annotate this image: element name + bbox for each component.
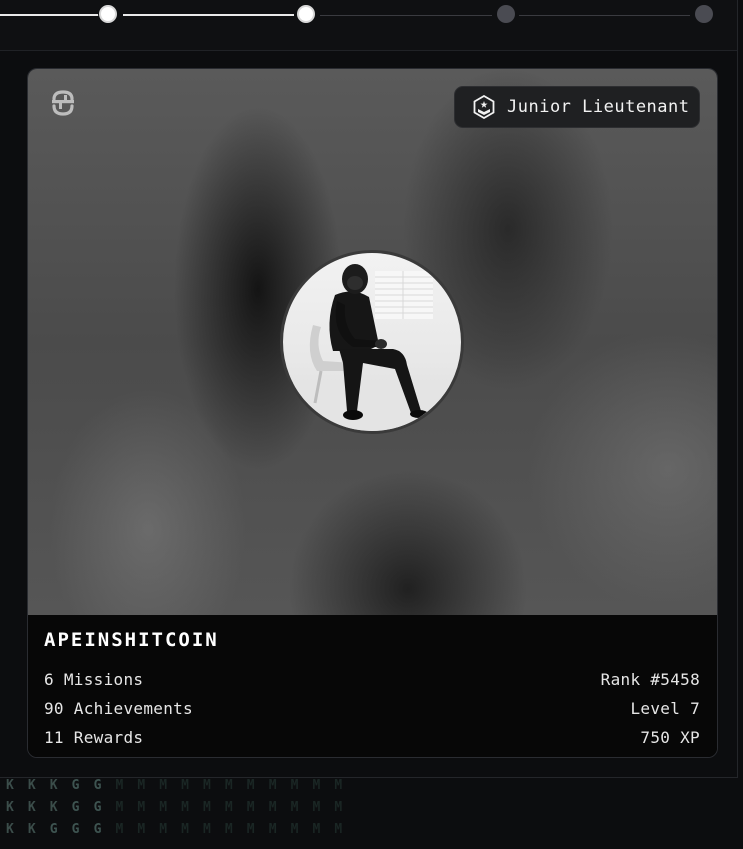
ticker-letter: M xyxy=(290,778,299,793)
ticker-row: KKKGGMMMMMMMMMMM xyxy=(6,800,356,815)
card-hero-background: Junior Lieutenant xyxy=(28,69,717,615)
level: Level 7 xyxy=(630,699,700,718)
ticker-letter: K xyxy=(27,800,36,815)
ticker-letter: K xyxy=(27,778,36,793)
ticker-letter: G xyxy=(71,778,80,793)
ticker-letter: M xyxy=(159,800,168,815)
profile-avatar[interactable] xyxy=(280,250,464,434)
ticker-letter: M xyxy=(115,800,124,815)
ticker-letter: M xyxy=(268,800,277,815)
ticker-letter: M xyxy=(203,822,211,837)
rank-insignia-icon xyxy=(473,95,495,119)
brand-logo-icon xyxy=(52,90,74,116)
ticker-letter: M xyxy=(115,778,124,793)
ticker-letter: M xyxy=(181,822,189,837)
rank-badge-label: Junior Lieutenant xyxy=(507,97,690,117)
ticker-letter: M xyxy=(268,778,277,793)
rewards-count: 11 Rewards xyxy=(44,728,144,747)
ticker-letter: G xyxy=(93,800,102,815)
ticker-letter: M xyxy=(334,822,343,837)
step-connector xyxy=(123,14,294,16)
ticker-letter: K xyxy=(49,800,58,815)
ticker-letter: M xyxy=(246,778,255,793)
xp-total: 750 XP xyxy=(640,728,700,747)
ticker-letter: M xyxy=(334,778,343,793)
ticker-letter: G xyxy=(71,822,80,837)
ticker-letter: M xyxy=(181,800,189,815)
ticker-letter: M xyxy=(137,778,146,793)
step-4-dot[interactable] xyxy=(695,5,713,23)
ticker-letter: M xyxy=(246,822,255,837)
ticker-letter: K xyxy=(49,778,58,793)
ticker-letter: M xyxy=(115,822,124,837)
avatar-image xyxy=(283,264,461,431)
ticker-letter: M xyxy=(224,822,233,837)
profile-card: Junior Lieutenant APEINSHITCOIN 6 Missio… xyxy=(27,68,718,758)
ticker-letter: M xyxy=(312,800,321,815)
ticker-letter: G xyxy=(49,822,58,837)
ticker-letter: G xyxy=(71,800,80,815)
ticker-letter: K xyxy=(6,778,14,793)
profile-info: APEINSHITCOIN 6 Missions 90 Achievements… xyxy=(28,615,717,757)
ticker-letter: K xyxy=(6,800,14,815)
achievements-count: 90 Achievements xyxy=(44,699,193,718)
step-3-dot[interactable] xyxy=(497,5,515,23)
ticker-row: KKKGGMMMMMMMMMMM xyxy=(6,778,356,793)
ticker-letter: M xyxy=(268,822,277,837)
ticker-letter: M xyxy=(312,778,321,793)
ticker-letter: M xyxy=(137,800,146,815)
ticker-letter: M xyxy=(203,778,211,793)
step-connector xyxy=(320,15,492,16)
rank-number: Rank #5458 xyxy=(600,670,700,689)
letter-ticker: KKKGGMMMMMMMMMMM KKKGGMMMMMMMMMMM KKGGGM… xyxy=(0,778,380,849)
panel-border xyxy=(737,0,738,778)
ticker-row: KKGGGMMMMMMMMMMM xyxy=(6,822,356,837)
ticker-letter: M xyxy=(224,800,233,815)
step-connector xyxy=(0,14,100,16)
step-connector xyxy=(519,15,690,16)
ticker-letter: M xyxy=(203,800,211,815)
ticker-letter: M xyxy=(181,778,189,793)
ticker-letter: M xyxy=(290,800,299,815)
ticker-letter: G xyxy=(93,822,102,837)
profile-page: Junior Lieutenant APEINSHITCOIN 6 Missio… xyxy=(0,0,743,849)
ticker-letter: M xyxy=(137,822,146,837)
ticker-letter: K xyxy=(27,822,36,837)
rank-badge[interactable]: Junior Lieutenant xyxy=(454,86,700,128)
ticker-letter: M xyxy=(290,822,299,837)
username: APEINSHITCOIN xyxy=(44,629,219,651)
missions-count: 6 Missions xyxy=(44,670,144,689)
ticker-letter: G xyxy=(93,778,102,793)
ticker-letter: M xyxy=(159,778,168,793)
ticker-letter: M xyxy=(246,800,255,815)
step-2-dot[interactable] xyxy=(297,5,315,23)
ticker-letter: K xyxy=(6,822,14,837)
ticker-letter: M xyxy=(224,778,233,793)
ticker-letter: M xyxy=(159,822,168,837)
ticker-letter: M xyxy=(312,822,321,837)
ticker-letter: M xyxy=(334,800,343,815)
step-1-dot[interactable] xyxy=(99,5,117,23)
progress-stepper xyxy=(0,0,737,51)
